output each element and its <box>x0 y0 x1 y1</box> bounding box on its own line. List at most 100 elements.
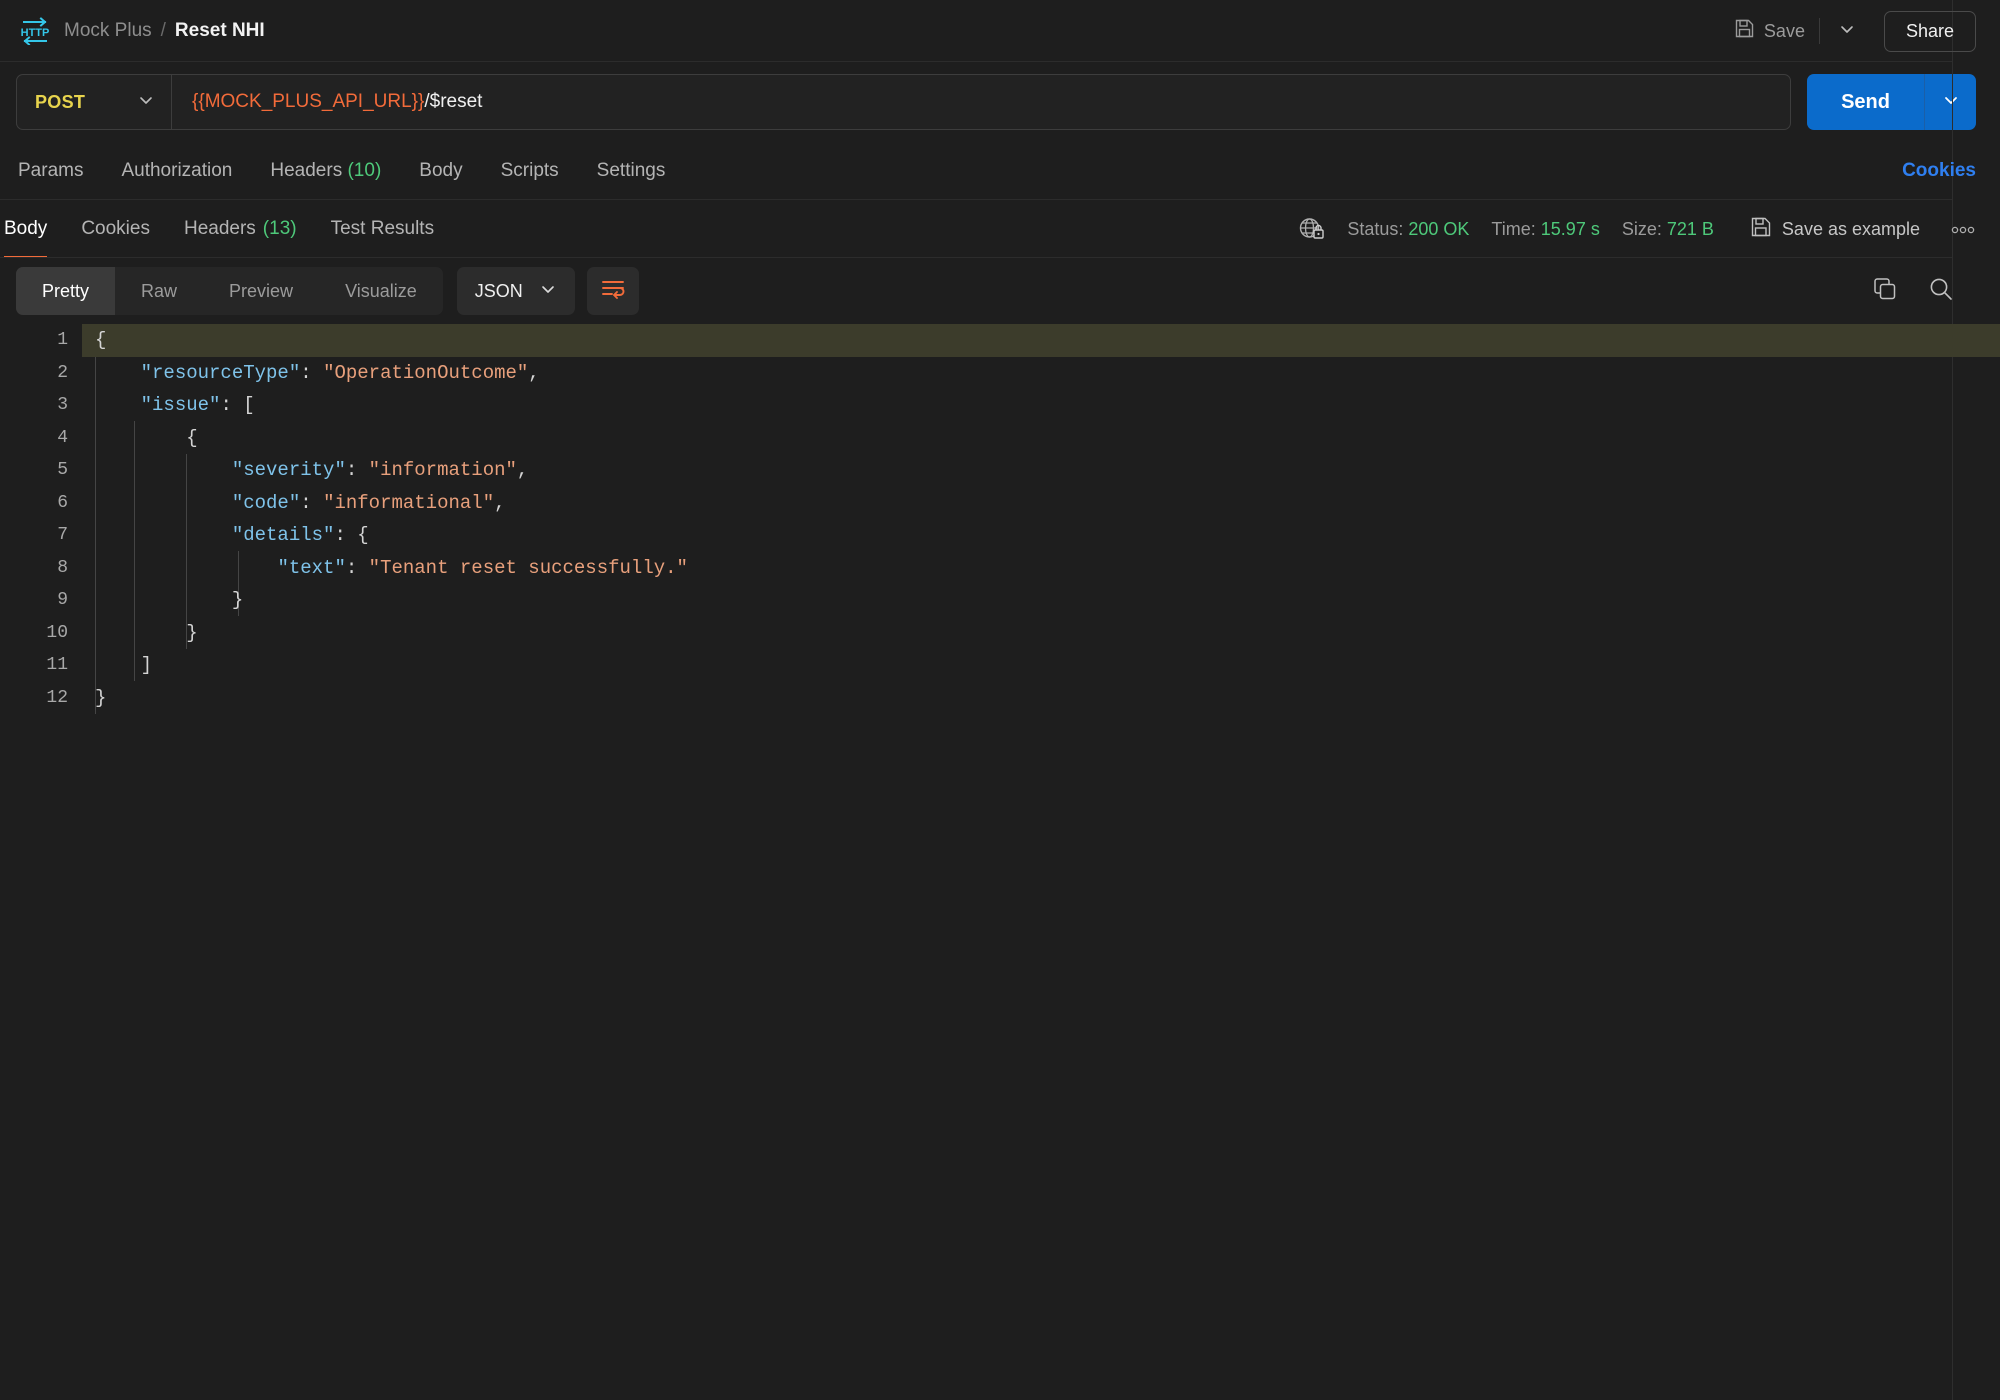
code-token: "OperationOutcome" <box>323 361 529 384</box>
code-line-text: { <box>82 422 2000 455</box>
code-line-text: } <box>82 584 2000 617</box>
line-number: 1 <box>0 324 82 357</box>
wrap-lines-button[interactable] <box>586 267 639 315</box>
save-button[interactable]: Save <box>1724 11 1815 51</box>
time-value: 15.97 s <box>1540 218 1600 239</box>
save-options-button[interactable] <box>1824 12 1870 51</box>
code-token: { <box>95 426 198 449</box>
code-token: "Tenant reset successfully." <box>368 556 688 579</box>
code-token: } <box>95 621 198 644</box>
response-view-switcher: Pretty Raw Preview Visualize <box>16 267 443 315</box>
code-token: : <box>300 361 324 384</box>
language-selector[interactable]: JSON <box>456 267 575 315</box>
share-button[interactable]: Share <box>1883 10 1976 52</box>
code-line: 11 ] <box>0 649 2000 682</box>
code-token: "issue" <box>140 394 221 417</box>
view-tab-raw[interactable]: Raw <box>115 267 203 315</box>
code-token: } <box>95 589 244 612</box>
status-value: 200 OK <box>1408 218 1470 239</box>
http-icon: HTTP <box>18 17 52 45</box>
code-token: "resourceType" <box>140 361 301 384</box>
code-token: : <box>345 556 369 579</box>
globe-lock-icon[interactable] <box>1297 215 1325 243</box>
request-tab-params[interactable]: Params <box>18 154 83 188</box>
view-tab-visualize[interactable]: Visualize <box>319 267 443 315</box>
save-as-example-button[interactable]: Save as example <box>1750 216 1920 243</box>
code-token: "information" <box>368 459 517 482</box>
send-options-button[interactable] <box>1924 74 1976 130</box>
code-token: "code" <box>231 491 301 514</box>
response-tab-body[interactable]: Body <box>4 200 48 258</box>
request-tab-authorization[interactable]: Authorization <box>121 154 232 188</box>
code-line: 9 } <box>0 584 2000 617</box>
response-body-tools <box>1872 276 1976 307</box>
response-tabs: Body Cookies Headers (13) Test Results <box>0 200 468 258</box>
size-badge[interactable]: Size: 721 B <box>1622 219 1714 240</box>
more-horizontal-icon[interactable] <box>1950 222 1976 236</box>
response-body-code[interactable]: 1{2 "resourceType": "OperationOutcome", 3… <box>0 324 2000 1400</box>
code-token: , <box>528 361 540 384</box>
response-tab-test-results[interactable]: Test Results <box>331 200 434 258</box>
view-tab-label: Pretty <box>42 280 90 301</box>
floppy-disk-icon <box>1734 18 1755 44</box>
line-number: 8 <box>57 557 68 578</box>
request-tab-label: Params <box>18 160 84 181</box>
code-line: 2 "resourceType": "OperationOutcome", <box>0 357 2000 390</box>
request-tab-body[interactable]: Body <box>419 154 462 188</box>
method-selector[interactable]: POST <box>17 75 172 129</box>
code-line: 3 "issue": [ <box>0 389 2000 422</box>
code-lines: 1{2 "resourceType": "OperationOutcome", 3… <box>0 324 2000 714</box>
code-token: "text" <box>277 556 346 579</box>
request-tab-label: Settings <box>596 160 666 181</box>
response-tab-label: Test Results <box>330 218 435 239</box>
code-line-text: "details": { <box>82 519 2000 552</box>
request-tab-headers[interactable]: Headers (10) <box>270 154 381 188</box>
view-tab-preview[interactable]: Preview <box>203 267 319 315</box>
request-tab-scripts[interactable]: Scripts <box>501 154 559 188</box>
response-tab-headers[interactable]: Headers (13) <box>184 200 297 258</box>
status-badge[interactable]: Status: 200 OK <box>1347 219 1469 240</box>
view-tab-pretty[interactable]: Pretty <box>16 267 116 315</box>
code-line-text: } <box>82 682 2000 715</box>
code-line: 8 "text": "Tenant reset successfully." <box>0 552 2000 585</box>
code-line: 4 { <box>0 422 2000 455</box>
response-tab-cookies[interactable]: Cookies <box>81 200 150 258</box>
breadcrumb-collection[interactable]: Mock Plus <box>64 20 152 42</box>
line-number: 12 <box>46 687 68 708</box>
code-token: { <box>95 329 107 352</box>
copy-icon[interactable] <box>1872 276 1898 307</box>
save-button-label: Save <box>1763 20 1805 41</box>
send-button[interactable]: Send <box>1807 74 1924 130</box>
request-tab-label: Authorization <box>121 160 233 181</box>
time-badge[interactable]: Time: 15.97 s <box>1491 219 1599 240</box>
wrap-lines-icon <box>600 277 626 306</box>
code-line: 1{ <box>0 324 2000 357</box>
language-label: JSON <box>474 280 523 301</box>
line-number: 7 <box>57 525 68 546</box>
url-input[interactable]: {{MOCK_PLUS_API_URL}}/$reset <box>172 75 1790 129</box>
code-line-text: } <box>82 617 2000 650</box>
page-title: Reset NHI <box>174 20 265 41</box>
url-bar-row: POST {{MOCK_PLUS_API_URL}}/$reset Send <box>0 62 2000 142</box>
search-icon[interactable] <box>1928 276 1954 307</box>
code-line-text: { <box>82 324 2000 357</box>
chevron-down-icon <box>137 91 155 114</box>
request-tab-settings[interactable]: Settings <box>597 154 666 188</box>
code-token: "informational" <box>323 491 495 514</box>
code-line-text: "severity": "information", <box>82 454 2000 487</box>
breadcrumb-separator: / <box>160 20 166 41</box>
send-button-label: Send <box>1841 90 1890 113</box>
cookies-link[interactable]: Cookies <box>1902 160 1976 182</box>
view-tab-label: Visualize <box>345 280 417 301</box>
size-value: 721 B <box>1666 218 1714 239</box>
method-label: POST <box>35 91 86 112</box>
code-token: "details" <box>231 524 335 547</box>
line-number: 4 <box>57 427 68 448</box>
postman-request-window: HTTP Mock Plus / Reset NHI Save Share PO… <box>0 0 2000 1400</box>
